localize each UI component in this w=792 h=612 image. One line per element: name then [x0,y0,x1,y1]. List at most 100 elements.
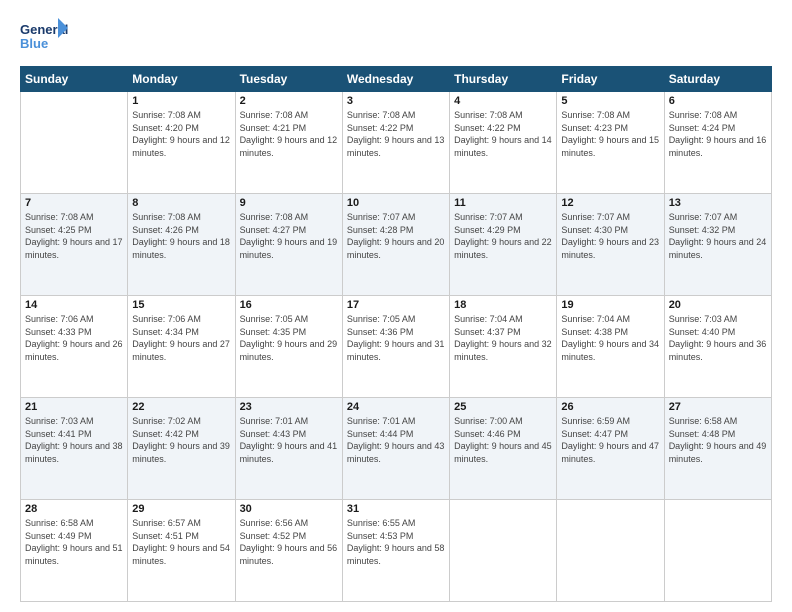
day-info: Sunrise: 7:07 AMSunset: 4:32 PMDaylight:… [669,211,767,261]
day-info: Sunrise: 7:04 AMSunset: 4:37 PMDaylight:… [454,313,552,363]
day-number: 19 [561,299,659,311]
calendar-cell: 17Sunrise: 7:05 AMSunset: 4:36 PMDayligh… [342,296,449,398]
calendar-cell [21,92,128,194]
day-info: Sunrise: 7:01 AMSunset: 4:43 PMDaylight:… [240,415,338,465]
day-info: Sunrise: 7:08 AMSunset: 4:20 PMDaylight:… [132,109,230,159]
day-info: Sunrise: 7:08 AMSunset: 4:21 PMDaylight:… [240,109,338,159]
day-number: 12 [561,197,659,209]
calendar-cell: 22 Sunrise: 7:02 AMSunset: 4:42 PMDayligh… [128,398,235,500]
day-number: 22 [132,401,230,413]
day-number: 29 [132,503,230,515]
day-number: 18 [454,299,552,311]
col-header-monday: Monday [128,67,235,92]
calendar-week-row: 1 Sunrise: 7:08 AMSunset: 4:20 PMDaylight… [21,92,772,194]
day-info: Sunrise: 7:05 AMSunset: 4:35 PMDaylight:… [240,313,338,363]
day-number: 16 [240,299,338,311]
day-info: Sunrise: 6:58 AMSunset: 4:48 PMDaylight:… [669,415,767,465]
calendar-cell: 28 Sunrise: 6:58 AMSunset: 4:49 PMDayligh… [21,500,128,602]
day-number: 27 [669,401,767,413]
calendar-cell: 11 Sunrise: 7:07 AMSunset: 4:29 PMDayligh… [450,194,557,296]
calendar-cell: 12Sunrise: 7:07 AMSunset: 4:30 PMDayligh… [557,194,664,296]
day-number: 14 [25,299,123,311]
day-info: Sunrise: 7:08 AMSunset: 4:22 PMDaylight:… [347,109,445,159]
day-info: Sunrise: 7:08 AMSunset: 4:22 PMDaylight:… [454,109,552,159]
day-info: Sunrise: 7:06 AMSunset: 4:33 PMDaylight:… [25,313,123,363]
day-number: 28 [25,503,123,515]
calendar-week-row: 21 Sunrise: 7:03 AMSunset: 4:41 PMDayligh… [21,398,772,500]
day-number: 26 [561,401,659,413]
col-header-wednesday: Wednesday [342,67,449,92]
calendar-table: SundayMondayTuesdayWednesdayThursdayFrid… [20,66,772,602]
calendar-cell: 21 Sunrise: 7:03 AMSunset: 4:41 PMDayligh… [21,398,128,500]
calendar-cell: 18 Sunrise: 7:04 AMSunset: 4:37 PMDayligh… [450,296,557,398]
calendar-cell: 31 Sunrise: 6:55 AMSunset: 4:53 PMDayligh… [342,500,449,602]
day-info: Sunrise: 7:02 AMSunset: 4:42 PMDaylight:… [132,415,230,465]
day-info: Sunrise: 6:57 AMSunset: 4:51 PMDaylight:… [132,517,230,567]
day-number: 21 [25,401,123,413]
calendar-cell: 3 Sunrise: 7:08 AMSunset: 4:22 PMDaylight… [342,92,449,194]
calendar-cell [664,500,771,602]
day-info: Sunrise: 6:55 AMSunset: 4:53 PMDaylight:… [347,517,445,567]
calendar-cell: 8 Sunrise: 7:08 AMSunset: 4:26 PMDaylight… [128,194,235,296]
calendar-cell: 20 Sunrise: 7:03 AMSunset: 4:40 PMDayligh… [664,296,771,398]
day-number: 8 [132,197,230,209]
calendar-cell: 14 Sunrise: 7:06 AMSunset: 4:33 PMDayligh… [21,296,128,398]
calendar-cell: 26Sunrise: 6:59 AMSunset: 4:47 PMDayligh… [557,398,664,500]
calendar-cell: 23Sunrise: 7:01 AMSunset: 4:43 PMDayligh… [235,398,342,500]
day-number: 24 [347,401,445,413]
col-header-friday: Friday [557,67,664,92]
calendar-week-row: 28 Sunrise: 6:58 AMSunset: 4:49 PMDayligh… [21,500,772,602]
logo-icon: GeneralBlue [20,16,70,56]
page: GeneralBlue SundayMondayTuesdayWednesday… [0,0,792,612]
day-number: 2 [240,95,338,107]
day-number: 13 [669,197,767,209]
calendar-cell: 6Sunrise: 7:08 AMSunset: 4:24 PMDaylight… [664,92,771,194]
calendar-cell: 10 Sunrise: 7:07 AMSunset: 4:28 PMDayligh… [342,194,449,296]
day-number: 1 [132,95,230,107]
col-header-sunday: Sunday [21,67,128,92]
day-number: 11 [454,197,552,209]
day-info: Sunrise: 6:58 AMSunset: 4:49 PMDaylight:… [25,517,123,567]
day-number: 5 [561,95,659,107]
calendar-cell [557,500,664,602]
calendar-cell: 19Sunrise: 7:04 AMSunset: 4:38 PMDayligh… [557,296,664,398]
calendar-cell: 30 Sunrise: 6:56 AMSunset: 4:52 PMDayligh… [235,500,342,602]
day-info: Sunrise: 7:03 AMSunset: 4:40 PMDaylight:… [669,313,767,363]
day-number: 3 [347,95,445,107]
day-number: 31 [347,503,445,515]
day-info: Sunrise: 7:08 AMSunset: 4:24 PMDaylight:… [669,109,767,159]
day-info: Sunrise: 7:07 AMSunset: 4:28 PMDaylight:… [347,211,445,261]
calendar-cell: 16 Sunrise: 7:05 AMSunset: 4:35 PMDayligh… [235,296,342,398]
day-number: 17 [347,299,445,311]
day-info: Sunrise: 7:08 AMSunset: 4:27 PMDaylight:… [240,211,338,261]
day-info: Sunrise: 7:07 AMSunset: 4:29 PMDaylight:… [454,211,552,261]
day-number: 20 [669,299,767,311]
day-info: Sunrise: 6:56 AMSunset: 4:52 PMDaylight:… [240,517,338,567]
day-info: Sunrise: 7:08 AMSunset: 4:26 PMDaylight:… [132,211,230,261]
calendar-week-row: 7Sunrise: 7:08 AMSunset: 4:25 PMDaylight… [21,194,772,296]
header: GeneralBlue [20,16,772,56]
day-info: Sunrise: 7:08 AMSunset: 4:23 PMDaylight:… [561,109,659,159]
calendar-cell: 24 Sunrise: 7:01 AMSunset: 4:44 PMDayligh… [342,398,449,500]
svg-text:Blue: Blue [20,36,48,51]
day-number: 15 [132,299,230,311]
day-info: Sunrise: 7:08 AMSunset: 4:25 PMDaylight:… [25,211,123,261]
day-number: 30 [240,503,338,515]
calendar-cell: 15 Sunrise: 7:06 AMSunset: 4:34 PMDayligh… [128,296,235,398]
calendar-cell: 1 Sunrise: 7:08 AMSunset: 4:20 PMDaylight… [128,92,235,194]
calendar-cell: 7Sunrise: 7:08 AMSunset: 4:25 PMDaylight… [21,194,128,296]
day-info: Sunrise: 7:03 AMSunset: 4:41 PMDaylight:… [25,415,123,465]
col-header-saturday: Saturday [664,67,771,92]
calendar-cell: 29 Sunrise: 6:57 AMSunset: 4:51 PMDayligh… [128,500,235,602]
day-info: Sunrise: 7:06 AMSunset: 4:34 PMDaylight:… [132,313,230,363]
day-number: 25 [454,401,552,413]
calendar-cell: 13 Sunrise: 7:07 AMSunset: 4:32 PMDayligh… [664,194,771,296]
calendar-cell [450,500,557,602]
day-number: 10 [347,197,445,209]
col-header-thursday: Thursday [450,67,557,92]
logo: GeneralBlue [20,16,70,56]
calendar-week-row: 14 Sunrise: 7:06 AMSunset: 4:33 PMDayligh… [21,296,772,398]
day-info: Sunrise: 7:01 AMSunset: 4:44 PMDaylight:… [347,415,445,465]
calendar-cell: 27 Sunrise: 6:58 AMSunset: 4:48 PMDayligh… [664,398,771,500]
day-info: Sunrise: 7:00 AMSunset: 4:46 PMDaylight:… [454,415,552,465]
